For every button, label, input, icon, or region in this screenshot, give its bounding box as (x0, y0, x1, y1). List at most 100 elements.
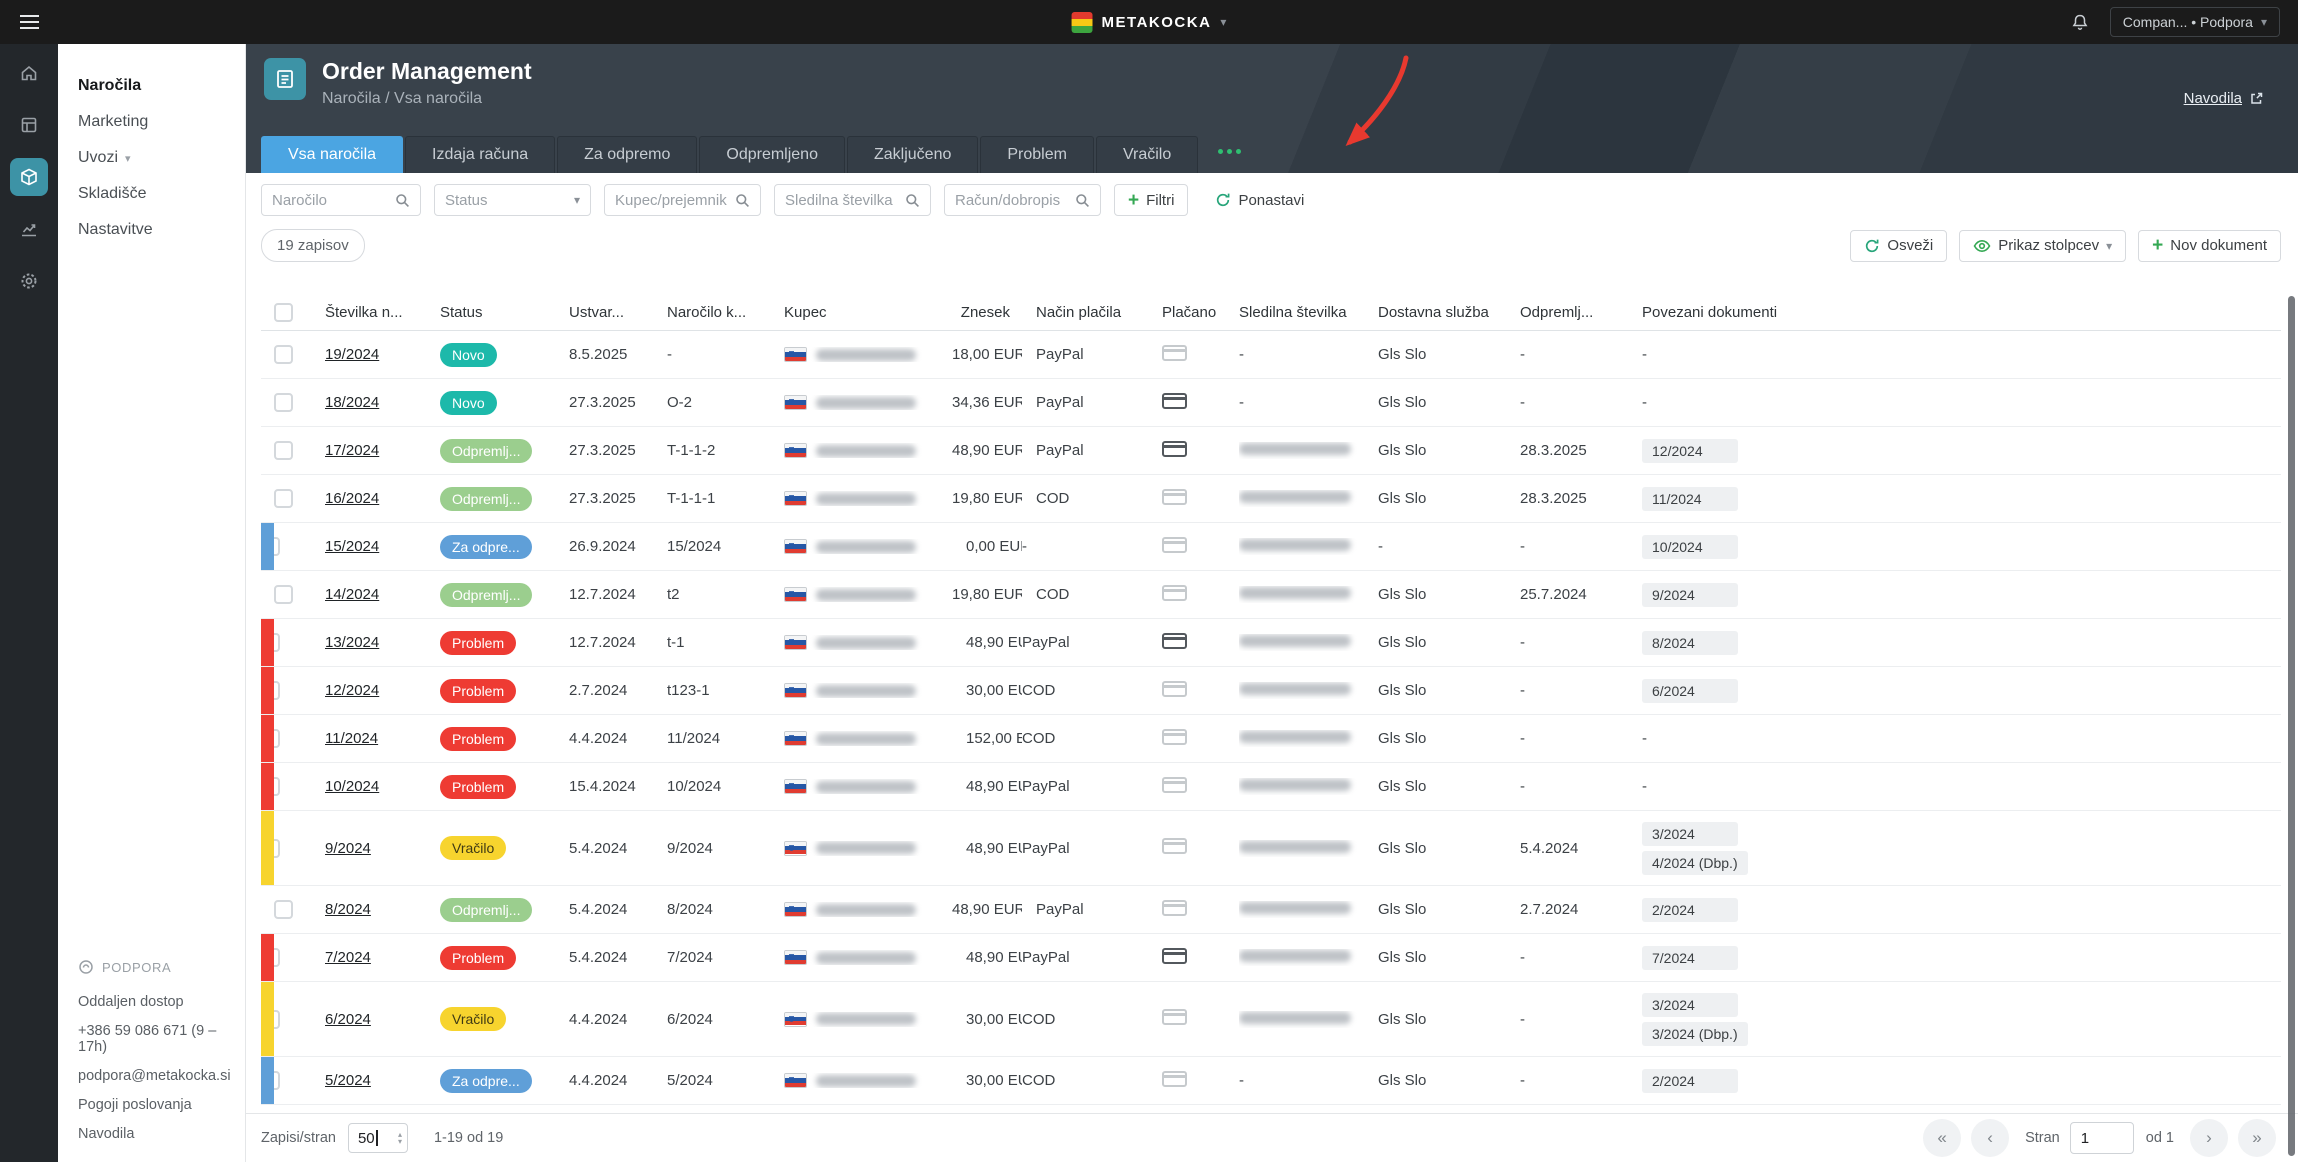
table-row[interactable]: 18/2024 Novo 27.3.2025 O-2 34,36 EUR PayPal - G… (261, 379, 2281, 427)
order-number-link[interactable]: 9/2024 (325, 840, 371, 857)
tracking-search-input[interactable]: Sledilna številka (774, 184, 931, 216)
order-number-link[interactable]: 5/2024 (325, 1072, 371, 1089)
sidebar-item-naročila[interactable]: Naročila (58, 68, 245, 104)
table-row[interactable]: 16/2024 Odpremlj... 27.3.2025 T-1-1-1 19,80 … (261, 475, 2281, 523)
tabs-overflow-button[interactable] (1214, 145, 1245, 158)
table-row[interactable]: 17/2024 Odpremlj... 27.3.2025 T-1-1-2 48,90 … (261, 427, 2281, 475)
column-header[interactable]: Kupec (784, 304, 952, 321)
prev-page-button[interactable]: ‹ (1971, 1119, 2010, 1157)
select-all-checkbox[interactable] (274, 302, 293, 322)
order-number-link[interactable]: 18/2024 (325, 394, 379, 411)
row-checkbox[interactable] (274, 900, 293, 919)
linked-doc-chip[interactable]: 2/2024 (1642, 1068, 1738, 1093)
linked-doc-chip[interactable]: 6/2024 (1642, 678, 1738, 703)
order-number-link[interactable]: 16/2024 (325, 490, 379, 507)
column-header[interactable]: Status (440, 304, 569, 321)
rail-modules-icon[interactable] (10, 106, 48, 144)
table-row[interactable]: 11/2024 Problem 4.4.2024 11/2024 152,00 EURC… (261, 715, 2281, 763)
table-row[interactable]: 14/2024 Odpremlj... 12.7.2024 t2 19,80 EUR CO… (261, 571, 2281, 619)
table-row[interactable]: 19/2024 Novo 8.5.2025 - 18,00 EUR PayPal - Gls … (261, 331, 2281, 379)
row-checkbox[interactable] (274, 345, 293, 364)
tab-vra-ilo[interactable]: Vračilo (1095, 136, 1199, 173)
column-header[interactable]: Način plačila (1022, 304, 1162, 321)
order-number-link[interactable]: 7/2024 (325, 949, 371, 966)
hamburger-menu-icon[interactable] (20, 7, 50, 37)
sidebar-item-uvozi[interactable]: Uvozi ▾ (58, 140, 245, 176)
column-header[interactable]: Številka n... (325, 304, 440, 321)
table-row[interactable]: 10/2024 Problem 15.4.2024 10/2024 48,90 EURP… (261, 763, 2281, 811)
order-number-link[interactable]: 13/2024 (325, 634, 379, 651)
refresh-button[interactable]: Osveži (1850, 229, 1948, 262)
column-header[interactable]: Znesek (952, 304, 1022, 321)
linked-doc-chip[interactable]: 10/2024 (1642, 534, 1738, 559)
rail-analytics-icon[interactable] (10, 210, 48, 248)
row-checkbox[interactable] (274, 393, 293, 412)
table-row[interactable]: 12/2024 Problem 2.7.2024 t123-1 30,00 EURCOD… (261, 667, 2281, 715)
sidebar-item-marketing[interactable]: Marketing (58, 104, 245, 140)
table-row[interactable]: 13/2024 Problem 12.7.2024 t-1 48,90 EURPayPa… (261, 619, 2281, 667)
reset-filters-button[interactable]: Ponastavi (1201, 184, 1319, 216)
new-document-button[interactable]: + Nov dokument (2138, 229, 2281, 262)
table-row[interactable]: 6/2024 Vračilo 4.4.2024 6/2024 30,00 EURCOD G… (261, 982, 2281, 1057)
order-number-link[interactable]: 11/2024 (325, 730, 378, 747)
account-menu[interactable]: Compan... • Podpora ▾ (2109, 7, 2280, 37)
navodila-link[interactable]: Navodila (2184, 90, 2264, 107)
order-number-link[interactable]: 14/2024 (325, 586, 379, 603)
tab-zaklju-eno[interactable]: Zaključeno (846, 136, 979, 173)
table-row[interactable]: 9/2024 Vračilo 5.4.2024 9/2024 48,90 EURPayP… (261, 811, 2281, 886)
linked-doc-chip[interactable]: 7/2024 (1642, 945, 1738, 970)
per-page-input[interactable]: 50 ▴ ▾ (347, 1123, 408, 1153)
column-header[interactable]: Plačano (1162, 304, 1239, 321)
filters-button[interactable]: + Filtri (1114, 184, 1189, 216)
tab-odpremljeno[interactable]: Odpremljeno (699, 136, 845, 173)
tab-za-odpremo[interactable]: Za odpremo (557, 136, 698, 173)
table-row[interactable]: 8/2024 Odpremlj... 5.4.2024 8/2024 48,90 EUR… (261, 886, 2281, 934)
table-row[interactable]: 15/2024 Za odpre... 26.9.2024 15/2024 0,00 E… (261, 523, 2281, 571)
linked-doc-chip[interactable]: 3/2024 (1642, 821, 1738, 846)
tab-vsa-naro-ila[interactable]: Vsa naročila (261, 136, 404, 173)
bell-icon[interactable] (2070, 12, 2090, 32)
column-header[interactable]: Odpremlj... (1520, 304, 1642, 321)
support-link[interactable]: +386 59 086 671 (9 – 17h) (78, 1016, 225, 1061)
table-row[interactable]: 5/2024 Za odpre... 4.4.2024 5/2024 30,00 EUR… (261, 1057, 2281, 1105)
linked-doc-chip[interactable]: 12/2024 (1642, 438, 1738, 463)
column-header[interactable]: Povezani dokumenti (1642, 304, 2281, 321)
linked-doc-chip[interactable]: 3/2024 (Dbp.) (1642, 1021, 1748, 1046)
number-stepper[interactable]: ▴ ▾ (398, 1131, 402, 1146)
linked-doc-chip[interactable]: 2/2024 (1642, 897, 1738, 922)
linked-doc-chip[interactable]: 8/2024 (1642, 630, 1738, 655)
order-number-link[interactable]: 17/2024 (325, 442, 379, 459)
column-header[interactable]: Sledilna številka (1239, 304, 1378, 321)
next-page-button[interactable]: › (2190, 1119, 2228, 1157)
vertical-scrollbar[interactable] (2288, 296, 2295, 1156)
order-number-link[interactable]: 12/2024 (325, 682, 379, 699)
linked-doc-chip[interactable]: 3/2024 (1642, 992, 1738, 1017)
app-logo[interactable]: METAKOCKA ▾ (1071, 11, 1226, 33)
tab-izdaja-ra-una[interactable]: Izdaja računa (405, 136, 556, 173)
column-display-button[interactable]: Prikaz stolpcev ▾ (1959, 229, 2127, 262)
sidebar-item-nastavitve[interactable]: Nastavitve (58, 212, 245, 248)
order-number-link[interactable]: 8/2024 (325, 901, 371, 918)
support-link[interactable]: Navodila (78, 1119, 225, 1148)
order-number-link[interactable]: 19/2024 (325, 346, 379, 363)
linked-doc-chip[interactable]: 11/2024 (1642, 486, 1738, 511)
tab-problem[interactable]: Problem (980, 136, 1094, 173)
column-header[interactable]: Dostavna služba (1378, 304, 1520, 321)
last-page-button[interactable]: » (2238, 1119, 2276, 1157)
order-number-link[interactable]: 10/2024 (325, 778, 379, 795)
support-link[interactable]: podpora@metakocka.si (78, 1061, 231, 1090)
page-number-input[interactable]: 1 (2069, 1122, 2134, 1154)
rail-settings-gear-icon[interactable] (10, 262, 48, 300)
linked-doc-chip[interactable]: 4/2024 (Dbp.) (1642, 850, 1748, 875)
rail-orders-icon[interactable] (10, 158, 48, 196)
column-header[interactable]: Naročilo k... (667, 304, 784, 321)
sidebar-item-skladišče[interactable]: Skladišče (58, 176, 245, 212)
rail-home-icon[interactable] (10, 54, 48, 92)
row-checkbox[interactable] (274, 585, 293, 604)
invoice-search-input[interactable]: Račun/dobropis (944, 184, 1101, 216)
order-search-input[interactable]: Naročilo (261, 184, 421, 216)
column-header[interactable]: Ustvar... (569, 304, 667, 321)
support-link[interactable]: Oddaljen dostop (78, 987, 225, 1016)
row-checkbox[interactable] (274, 441, 293, 460)
support-link[interactable]: Pogoji poslovanja (78, 1090, 225, 1119)
